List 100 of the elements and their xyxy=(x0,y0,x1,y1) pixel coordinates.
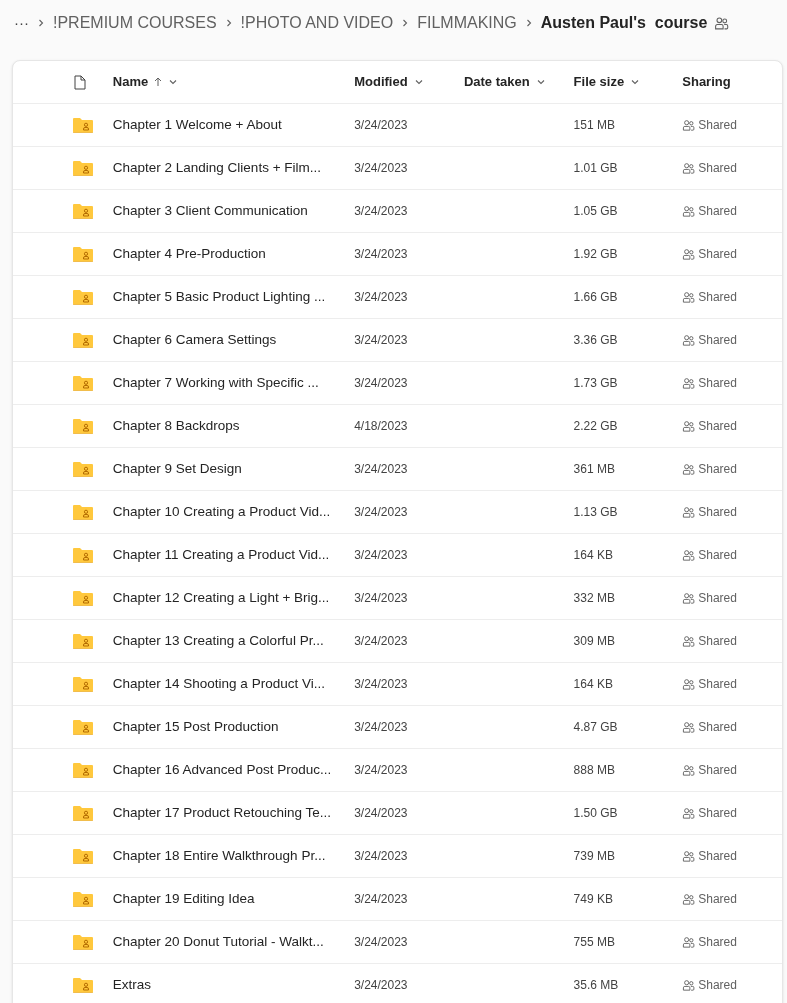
modified-date: 3/24/2023 xyxy=(354,376,408,391)
file-name[interactable]: Chapter 7 Working with Specific ... xyxy=(112,374,319,390)
modified-date: 3/24/2023 xyxy=(354,290,408,305)
column-header[interactable]: Name xyxy=(112,72,179,92)
file-name[interactable]: Chapter 12 Creating a Light + Brig... xyxy=(112,589,330,605)
modified-date: 3/24/2023 xyxy=(354,462,408,477)
column-header[interactable]: Sharing xyxy=(682,72,731,92)
file-size: 1.92 GB xyxy=(573,247,618,262)
file-row[interactable]: Chapter 2 Landing Clients + Film... 3/24/2023 1.01 GB Shared xyxy=(13,147,782,190)
file-name[interactable]: Chapter 6 Camera Settings xyxy=(112,331,277,347)
file-name[interactable]: Chapter 18 Entire Walkthrough Pr... xyxy=(112,847,326,863)
file-size: 749 KB xyxy=(573,892,613,907)
column-header[interactable]: Modified xyxy=(354,72,424,92)
more-button[interactable]: ··· xyxy=(14,11,29,35)
file-name[interactable]: Chapter 3 Client Communication xyxy=(112,202,308,218)
file-row[interactable]: Chapter 15 Post Production 3/24/2023 4.87 GB Shared xyxy=(13,706,782,749)
breadcrumb-item[interactable]: FILMMAKING xyxy=(417,11,517,35)
file-size: 3.36 GB xyxy=(573,333,618,348)
file-name[interactable]: Chapter 19 Editing Idea xyxy=(112,890,255,906)
file-size: 151 MB xyxy=(573,118,615,133)
sharing-status: Shared xyxy=(698,160,737,177)
sharing-status: Shared xyxy=(698,891,737,908)
file-size: 1.66 GB xyxy=(573,290,618,305)
file-row[interactable]: Chapter 11 Creating a Product Vid... 3/24/2023 164 KB Shared xyxy=(13,534,782,577)
sharing-status: Shared xyxy=(698,461,737,478)
file-name[interactable]: Chapter 16 Advanced Post Produc... xyxy=(112,761,332,777)
file-row[interactable]: Chapter 3 Client Communication 3/24/2023 1.05 GB Shared xyxy=(13,190,782,233)
modified-date: 3/24/2023 xyxy=(354,161,408,176)
sharing-status: Shared xyxy=(698,332,737,349)
file-row[interactable]: Chapter 1 Welcome + About 3/24/2023 151 MB Shared xyxy=(13,104,782,147)
modified-date: 3/24/2023 xyxy=(354,247,408,262)
file-name[interactable]: Chapter 17 Product Retouching Te... xyxy=(112,804,331,820)
file-row[interactable]: Chapter 14 Shooting a Product Vi... 3/24/2023 164 KB Shared xyxy=(13,663,782,706)
file-row[interactable]: Chapter 13 Creating a Colorful Pr... 3/24/2023 309 MB Shared xyxy=(13,620,782,663)
file-row[interactable]: Chapter 18 Entire Walkthrough Pr... 3/24/2023 739 MB Shared xyxy=(13,835,782,878)
file-row[interactable]: Chapter 5 Basic Product Lighting ... 3/24/2023 1.66 GB Shared xyxy=(13,276,782,319)
sharing-status: Shared xyxy=(698,203,737,220)
modified-date: 3/24/2023 xyxy=(354,505,408,520)
file-name[interactable]: Chapter 20 Donut Tutorial - Walkt... xyxy=(112,933,324,949)
file-name[interactable]: Chapter 2 Landing Clients + Film... xyxy=(112,159,321,175)
file-name[interactable]: Chapter 5 Basic Product Lighting ... xyxy=(112,288,326,304)
breadcrumb-item[interactable]: !PREMIUM COURSES xyxy=(53,11,217,35)
file-name[interactable]: Chapter 4 Pre-Production xyxy=(112,245,266,261)
file-size: 1.01 GB xyxy=(573,161,618,176)
file-row[interactable]: Chapter 4 Pre-Production 3/24/2023 1.92 GB Shared xyxy=(13,233,782,276)
file-name[interactable]: Chapter 1 Welcome + About xyxy=(112,116,282,132)
file-name[interactable]: Extras xyxy=(112,976,152,992)
file-name[interactable]: Chapter 15 Post Production xyxy=(112,718,279,734)
file-row[interactable]: Chapter 7 Working with Specific ... 3/24/2023 1.73 GB Shared xyxy=(13,362,782,405)
file-name[interactable]: Chapter 9 Set Design xyxy=(112,460,242,476)
modified-date: 3/24/2023 xyxy=(354,591,408,606)
file-row[interactable]: Chapter 20 Donut Tutorial - Walkt... 3/24/2023 755 MB Shared xyxy=(13,921,782,964)
sharing-status: Shared xyxy=(698,246,737,263)
file-row[interactable]: Chapter 10 Creating a Product Vid... 3/24/2023 1.13 GB Shared xyxy=(13,491,782,534)
breadcrumb-item[interactable]: !PHOTO AND VIDEO xyxy=(240,11,394,35)
modified-date: 3/24/2023 xyxy=(354,118,408,133)
file-size: 1.50 GB xyxy=(573,806,618,821)
file-row[interactable]: Chapter 19 Editing Idea 3/24/2023 749 KB Shared xyxy=(13,878,782,921)
file-row[interactable]: Chapter 6 Camera Settings 3/24/2023 3.36 GB Shared xyxy=(13,319,782,362)
file-row[interactable]: Chapter 12 Creating a Light + Brig... 3/24/2023 332 MB Shared xyxy=(13,577,782,620)
sharing-status: Shared xyxy=(698,547,737,564)
modified-date: 3/24/2023 xyxy=(354,677,408,692)
sharing-status: Shared xyxy=(698,590,737,607)
modified-date: 3/24/2023 xyxy=(354,763,408,778)
file-name[interactable]: Chapter 11 Creating a Product Vid... xyxy=(112,546,330,562)
file-row[interactable]: Chapter 16 Advanced Post Produc... 3/24/2023 888 MB Shared xyxy=(13,749,782,792)
file-name[interactable]: Chapter 8 Backdrops xyxy=(112,417,240,433)
sharing-status: Shared xyxy=(698,418,737,435)
sharing-status: Shared xyxy=(698,805,737,822)
file-size: 4.87 GB xyxy=(573,720,618,735)
file-name[interactable]: Chapter 14 Shooting a Product Vi... xyxy=(112,675,325,691)
sharing-status: Shared xyxy=(698,848,737,865)
file-size: 888 MB xyxy=(573,763,615,778)
sharing-status: Shared xyxy=(698,633,737,650)
file-row[interactable]: Chapter 9 Set Design 3/24/2023 361 MB Shared xyxy=(13,448,782,491)
column-header[interactable]: File size xyxy=(573,72,641,92)
file-row[interactable]: Chapter 17 Product Retouching Te... 3/24/2023 1.50 GB Shared xyxy=(13,792,782,835)
file-row[interactable]: Chapter 8 Backdrops 4/18/2023 2.22 GB Shared xyxy=(13,405,782,448)
file-size: 361 MB xyxy=(573,462,615,477)
file-name[interactable]: Chapter 13 Creating a Colorful Pr... xyxy=(112,632,324,648)
modified-date: 3/24/2023 xyxy=(354,204,408,219)
file-row[interactable]: Extras 3/24/2023 35.6 MB Shared xyxy=(13,964,782,1003)
file-size: 739 MB xyxy=(573,849,615,864)
file-size: 35.6 MB xyxy=(573,978,619,993)
modified-date: 3/24/2023 xyxy=(354,935,408,950)
modified-date: 3/24/2023 xyxy=(354,634,408,649)
modified-date: 3/24/2023 xyxy=(354,978,408,993)
breadcrumb-item[interactable]: Austen Paul's course xyxy=(540,11,708,35)
file-size: 2.22 GB xyxy=(573,419,618,434)
file-size: 309 MB xyxy=(573,634,615,649)
sharing-status: Shared xyxy=(698,762,737,779)
modified-date: 3/24/2023 xyxy=(354,720,408,735)
sharing-status: Shared xyxy=(698,676,737,693)
sharing-status: Shared xyxy=(698,375,737,392)
file-name[interactable]: Chapter 10 Creating a Product Vid... xyxy=(112,503,331,519)
column-header[interactable]: Date taken xyxy=(463,72,546,92)
file-size: 755 MB xyxy=(573,935,615,950)
modified-date: 3/24/2023 xyxy=(354,806,408,821)
modified-date: 3/24/2023 xyxy=(354,849,408,864)
sharing-status: Shared xyxy=(698,289,737,306)
